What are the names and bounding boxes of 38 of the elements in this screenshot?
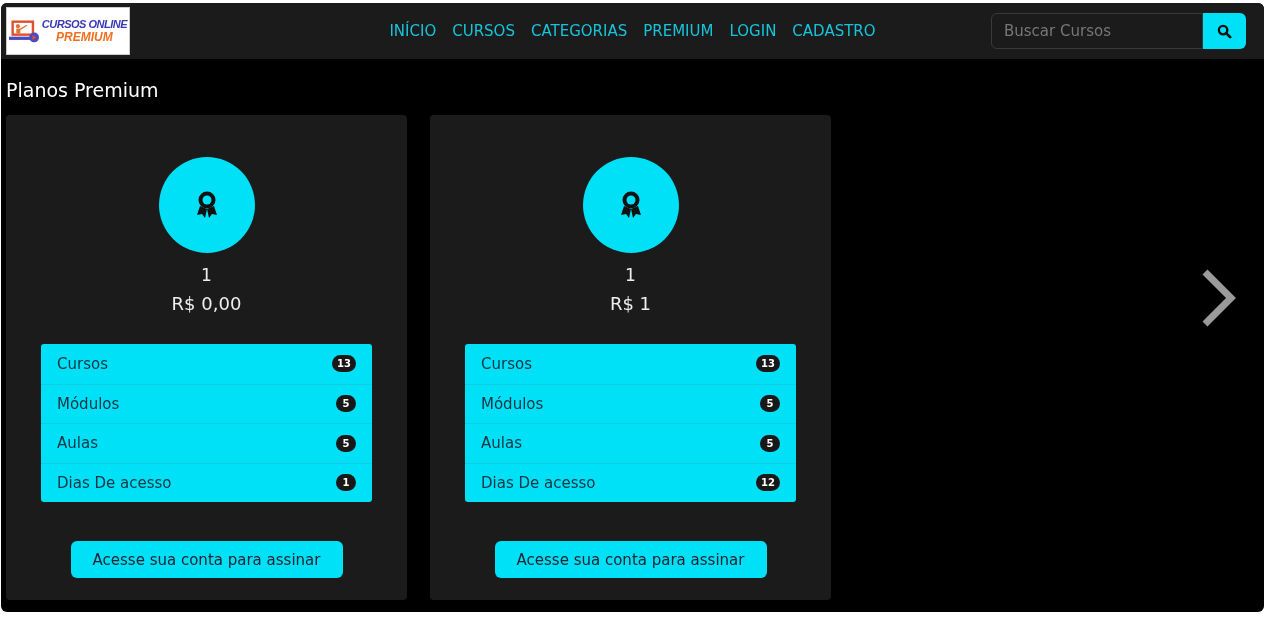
award-ribbon-icon — [618, 190, 643, 220]
feature-label: Módulos — [481, 394, 544, 413]
award-ribbon-icon — [194, 190, 219, 220]
plan-price: R$ 0,00 — [171, 293, 242, 314]
count-badge: 5 — [760, 395, 780, 413]
count-badge: 5 — [760, 434, 780, 452]
nav-link[interactable]: PREMIUM — [643, 22, 714, 40]
count-badge: 5 — [336, 434, 356, 452]
nav-link[interactable]: CURSOS — [452, 22, 515, 40]
plan-name: 1 — [201, 265, 212, 285]
feature-label: Cursos — [481, 354, 532, 373]
nav-link[interactable]: INÍCIO — [389, 22, 437, 40]
page-heading: Planos Premium — [6, 79, 160, 101]
count-badge: 13 — [756, 355, 780, 373]
feature-label: Dias De acesso — [481, 473, 596, 492]
plan-name: 1 — [625, 265, 636, 285]
chevron-right-icon[interactable] — [1200, 269, 1236, 327]
nav-link[interactable]: CATEGORIAS — [530, 22, 628, 40]
count-badge: 5 — [336, 395, 356, 413]
nav-link[interactable]: LOGIN — [729, 22, 777, 40]
count-badge: 12 — [756, 474, 780, 492]
feature-label: Aulas — [481, 434, 522, 453]
count-badge: 1 — [336, 474, 356, 492]
plan-price: R$ 1 — [609, 293, 652, 314]
count-badge: 13 — [332, 355, 356, 373]
search-button[interactable] — [1203, 13, 1246, 49]
subscribe-button[interactable]: Acesse sua conta para assinar — [494, 541, 767, 578]
logo-text: PREMIUM — [56, 31, 113, 44]
logo[interactable]: CURSOS ONLINE PREMIUM — [6, 7, 130, 55]
logo-text: CURSOS ONLINE — [41, 18, 127, 31]
feature-label: Cursos — [57, 354, 108, 373]
search-icon — [1217, 23, 1232, 39]
feature-label: Aulas — [57, 434, 98, 453]
feature-label: Dias De acesso — [57, 473, 172, 492]
search-field[interactable]: Buscar Cursos — [991, 13, 1203, 49]
nav-link[interactable]: CADASTRO — [792, 22, 876, 40]
feature-label: Módulos — [57, 394, 120, 413]
subscribe-button[interactable]: Acesse sua conta para assinar — [70, 541, 343, 578]
